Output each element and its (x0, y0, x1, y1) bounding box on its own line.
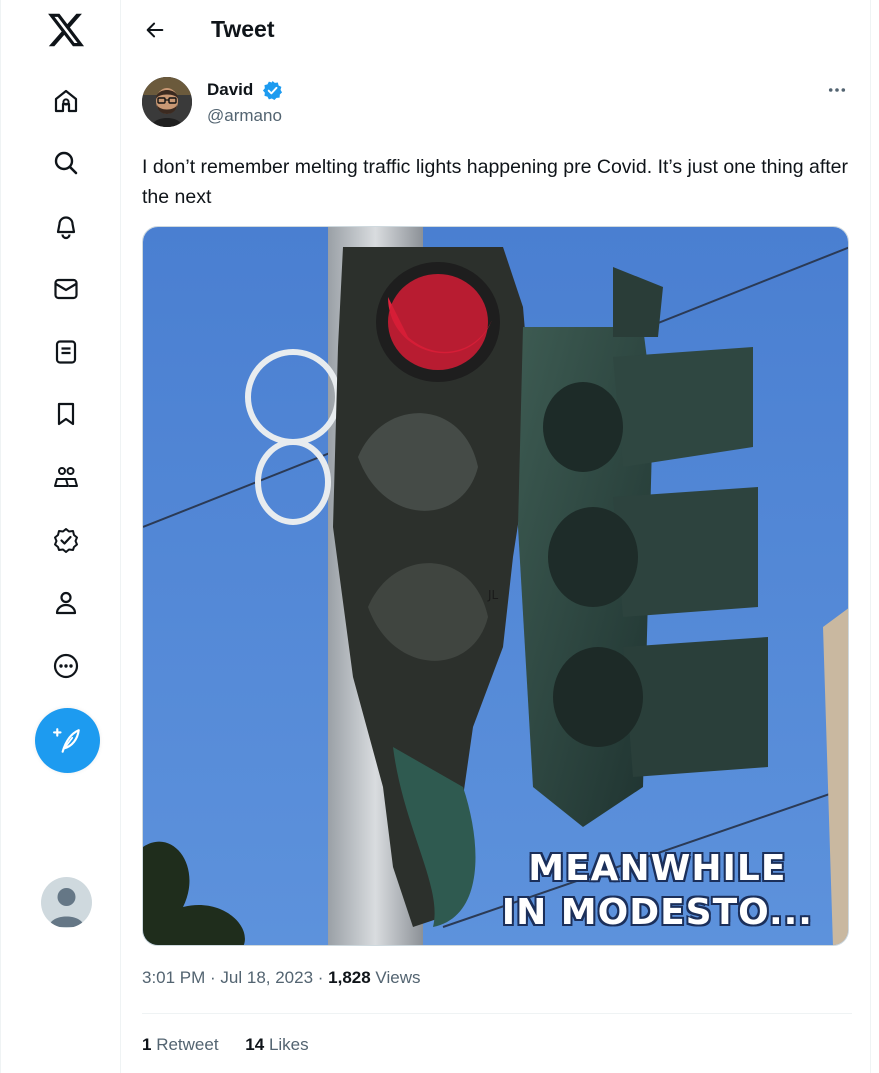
nav-explore[interactable] (42, 139, 90, 187)
tweet-stats: 1 Retweet 14 Likes (142, 1035, 331, 1055)
more-horizontal-icon (828, 88, 846, 92)
melting-traffic-light-image: JL (143, 227, 848, 945)
verified-check-icon (262, 80, 283, 101)
divider (142, 1013, 852, 1014)
bell-icon (56, 216, 76, 240)
nav-more[interactable] (42, 642, 90, 690)
x-logo-icon[interactable] (46, 10, 86, 50)
nav-profile[interactable] (42, 579, 90, 627)
author-avatar[interactable] (142, 77, 192, 127)
nav-verified[interactable] (42, 516, 90, 564)
default-avatar-icon (49, 888, 84, 927)
image-watermark: JL (487, 588, 499, 602)
author-name[interactable]: David (207, 80, 253, 100)
people-icon (54, 467, 78, 487)
nav-messages[interactable] (42, 265, 90, 313)
retweets-label: Retweet (151, 1035, 219, 1054)
search-icon (54, 151, 78, 175)
tweet-more-button[interactable] (821, 78, 853, 102)
page-title: Tweet (211, 16, 275, 42)
sidebar (0, 0, 121, 1073)
verified-badge-icon (54, 528, 78, 553)
views-label: Views (370, 968, 421, 987)
tweet-text: I don’t remember melting traffic lights … (142, 156, 848, 208)
retweets-stat[interactable]: 1 Retweet (142, 1035, 219, 1054)
nav-lists[interactable] (42, 328, 90, 376)
home-icon (54, 89, 78, 113)
back-button[interactable] (137, 12, 173, 48)
list-icon (55, 340, 77, 364)
tweet-image[interactable]: JL MEANWHILE IN MODESTO... (142, 226, 849, 946)
likes-count: 14 (245, 1035, 265, 1054)
tweet-timestamp[interactable]: 3:01 PM · Jul 18, 2023 · (142, 968, 328, 987)
account-avatar[interactable] (41, 877, 92, 928)
author-handle[interactable]: @armano (207, 106, 282, 126)
more-circle-icon (53, 653, 79, 679)
page-header: Tweet (121, 0, 871, 60)
likes-label: Likes (264, 1035, 309, 1054)
compose-tweet-button[interactable] (35, 708, 100, 773)
bookmark-icon (57, 402, 75, 426)
caption-line-1: MEANWHILE (528, 848, 787, 889)
caption-line-2: IN MODESTO... (501, 892, 813, 933)
nav-bookmarks[interactable] (42, 390, 90, 438)
image-caption: MEANWHILE IN MODESTO... (502, 847, 813, 935)
user-icon (55, 591, 77, 615)
envelope-icon (54, 278, 78, 300)
author-photo (142, 77, 192, 127)
arrow-left-icon (146, 22, 164, 38)
likes-stat[interactable]: 14 Likes (245, 1035, 308, 1054)
feather-plus-icon (52, 727, 80, 753)
tweet-detail-column: Tweet David @armano I don’t remember mel… (121, 0, 871, 1073)
views-count: 1,828 (328, 968, 371, 987)
tweet-meta: 3:01 PM · Jul 18, 2023 · 1,828 Views (142, 968, 420, 988)
nav-notifications[interactable] (42, 202, 90, 250)
nav-home[interactable] (42, 77, 90, 125)
nav-communities[interactable] (42, 453, 90, 501)
